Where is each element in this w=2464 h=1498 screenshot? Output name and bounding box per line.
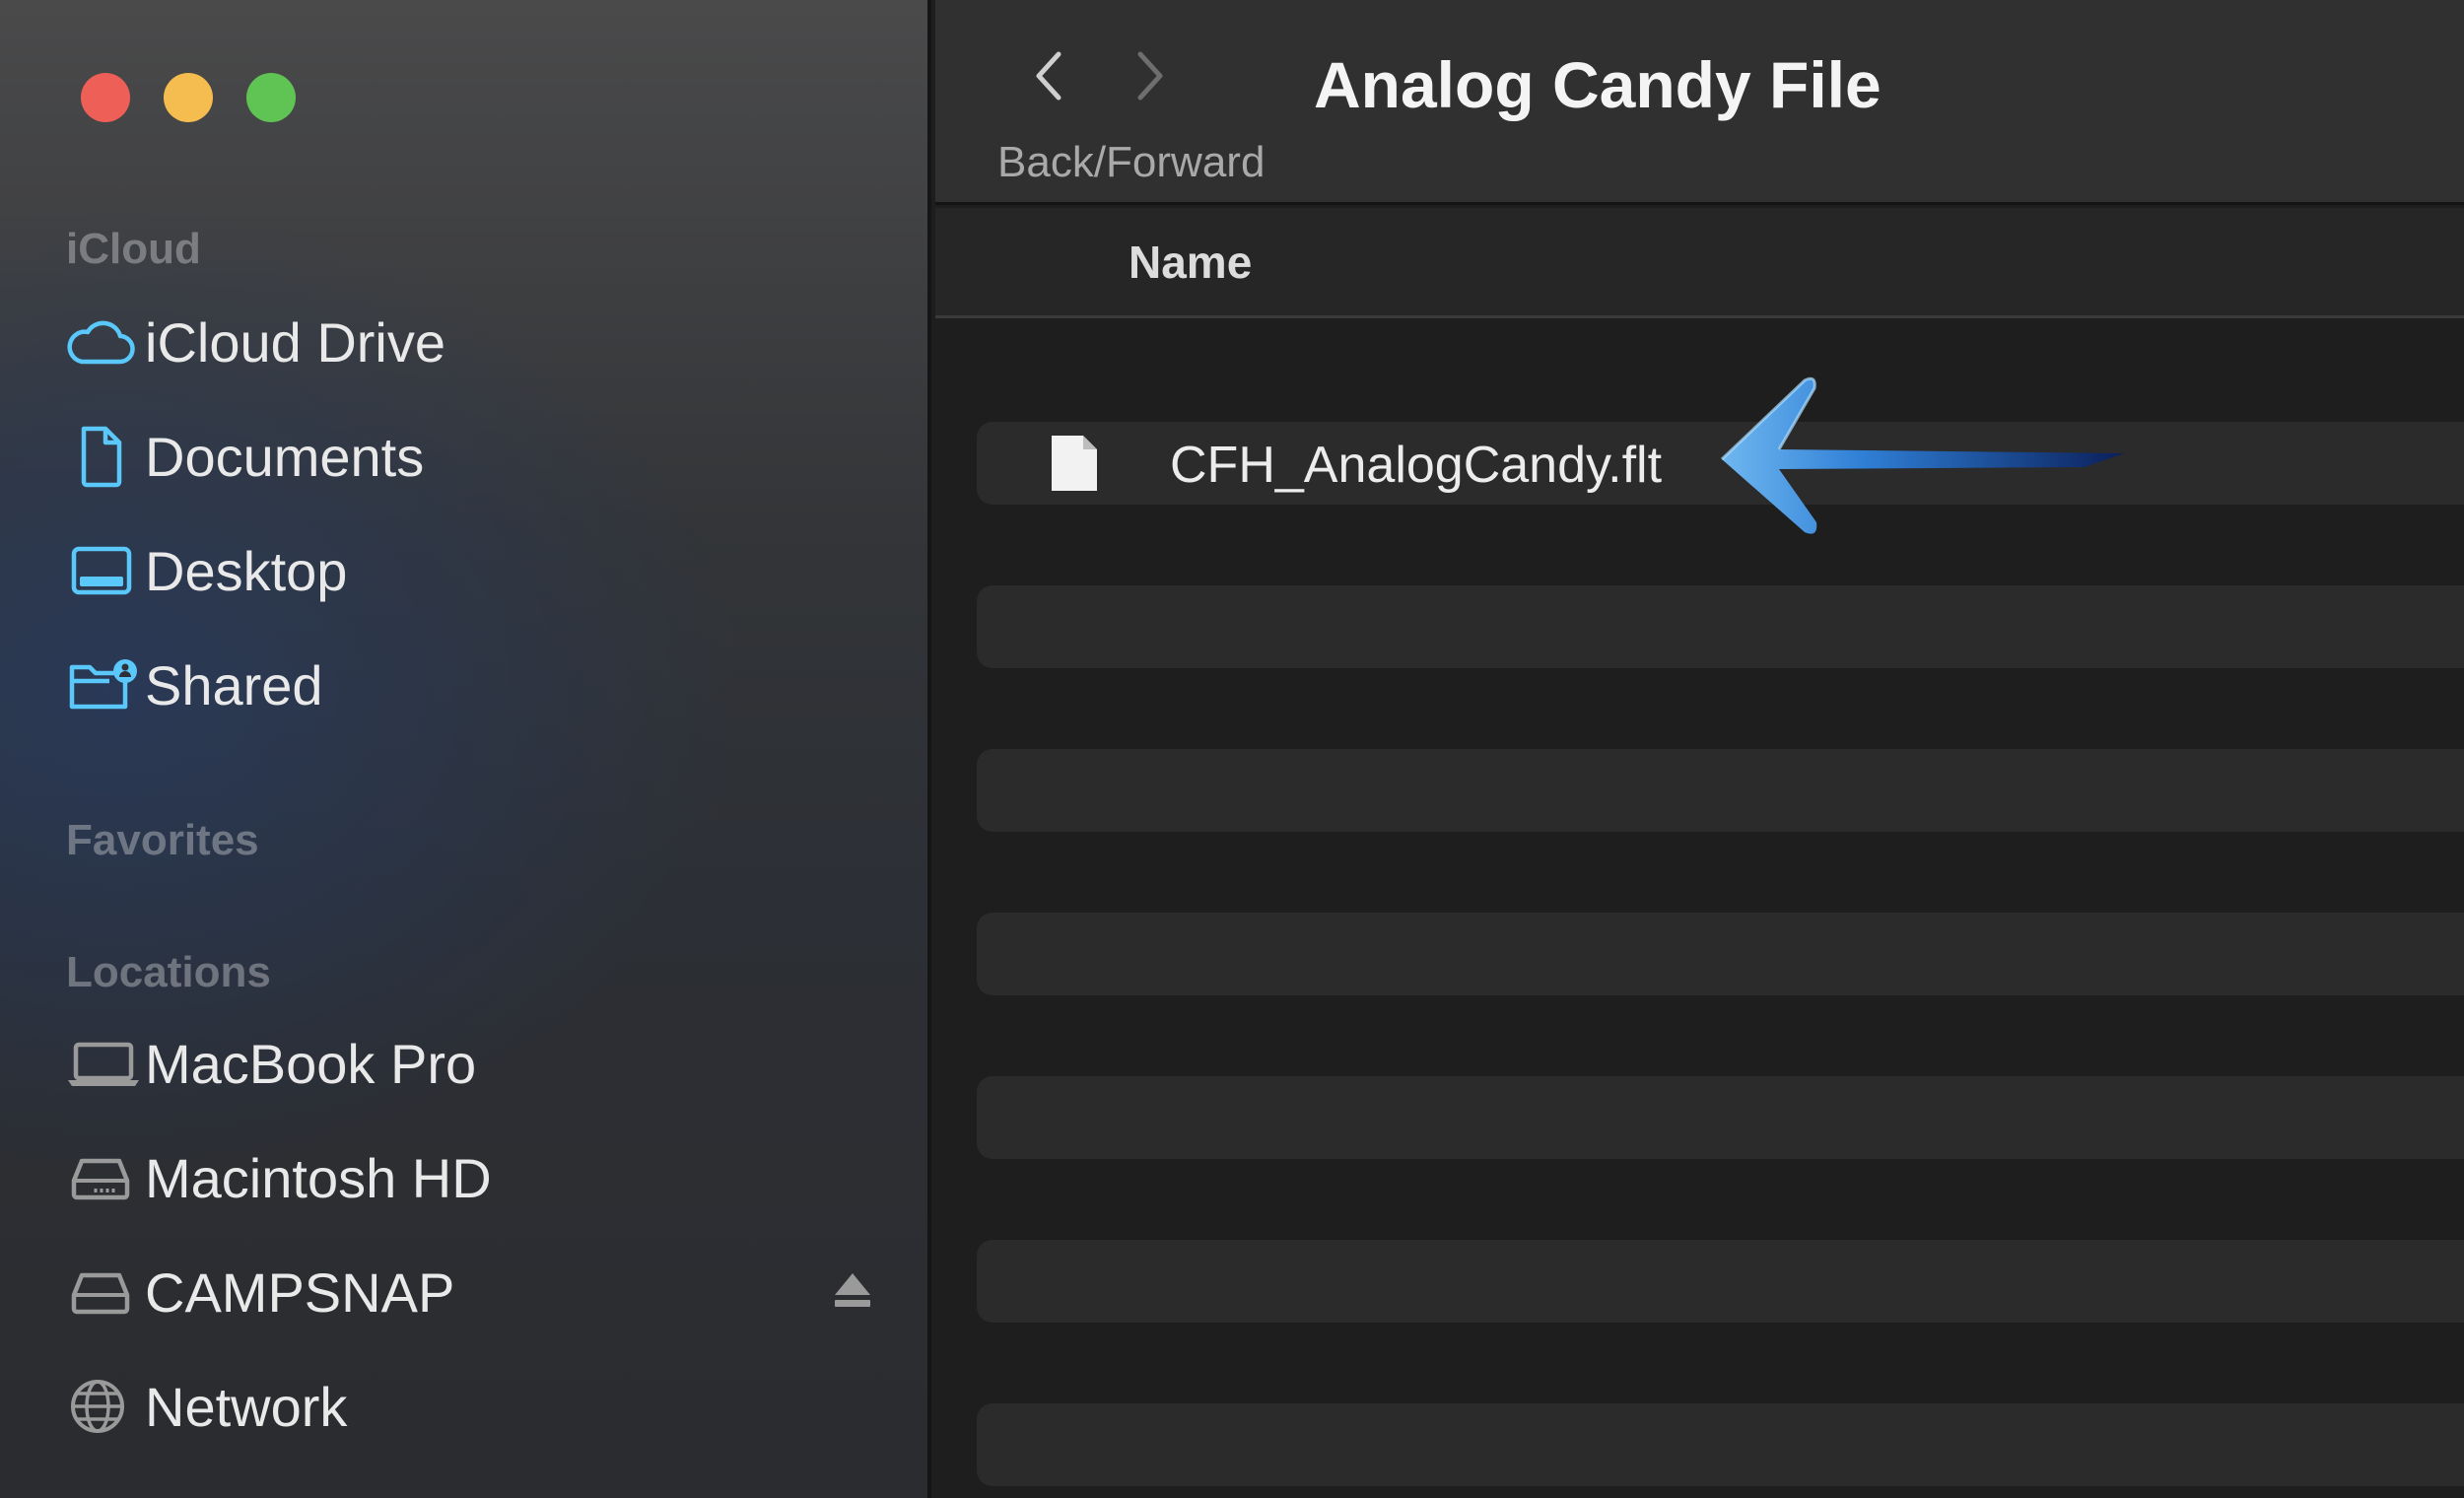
globe-icon: [66, 1372, 145, 1441]
sidebar-item-label: Documents: [145, 425, 425, 488]
sidebar-item-label: MacBook Pro: [145, 1032, 477, 1095]
annotation-arrow-icon: [1710, 374, 2144, 547]
file-list: CFH_AnalogCandy.flt: [935, 321, 2464, 1498]
sidebar: iCloud iCloud Drive Documents Desktop Sh…: [0, 0, 931, 1498]
sidebar-item-label: Macintosh HD: [145, 1146, 492, 1209]
sidebar-section-locations: Locations: [66, 948, 271, 996]
document-icon: [66, 422, 145, 491]
empty-row: [977, 1240, 2464, 1323]
minimize-button[interactable]: [164, 73, 213, 122]
sidebar-item-desktop[interactable]: Desktop: [66, 526, 874, 615]
column-header: Name: [935, 208, 2464, 318]
sidebar-item-macintosh-hd[interactable]: Macintosh HD: [66, 1133, 874, 1222]
hard-drive-icon: [66, 1143, 145, 1212]
desktop-icon: [66, 536, 145, 605]
shared-folder-icon: [66, 650, 145, 719]
close-button[interactable]: [81, 73, 130, 122]
chevron-left-icon: [1029, 46, 1068, 110]
cloud-icon: [66, 307, 145, 376]
sidebar-section-icloud: iCloud: [66, 225, 201, 273]
sidebar-item-icloud-drive[interactable]: iCloud Drive: [66, 298, 874, 386]
empty-row: [977, 585, 2464, 668]
file-name: CFH_AnalogCandy.flt: [1170, 437, 1663, 494]
external-drive-icon: [66, 1258, 145, 1327]
eject-icon[interactable]: [831, 1267, 874, 1316]
generic-file-icon: [1048, 432, 1101, 500]
back-button[interactable]: [1019, 43, 1078, 112]
sidebar-section-favorites: Favorites: [66, 816, 259, 864]
empty-row: [977, 749, 2464, 832]
sidebar-item-shared[interactable]: Shared: [66, 641, 874, 729]
sidebar-item-label: CAMPSNAP: [145, 1260, 455, 1324]
window-title: Analog Candy File: [1314, 48, 1882, 121]
toolbar: Back/Forward Analog Candy File: [935, 0, 2464, 205]
sidebar-item-label: Shared: [145, 653, 323, 716]
back-forward-label: Back/Forward: [997, 138, 1266, 186]
laptop-icon: [66, 1029, 145, 1098]
sidebar-item-macbook-pro[interactable]: MacBook Pro: [66, 1019, 874, 1108]
sidebar-item-label: Desktop: [145, 539, 348, 602]
sidebar-item-campsnap[interactable]: CAMPSNAP: [66, 1248, 874, 1336]
sidebar-item-network[interactable]: Network: [66, 1362, 874, 1451]
empty-row: [977, 913, 2464, 995]
chevron-right-icon: [1130, 46, 1170, 110]
empty-row: [977, 1403, 2464, 1486]
sidebar-item-label: iCloud Drive: [145, 310, 445, 374]
zoom-button[interactable]: [246, 73, 296, 122]
sidebar-item-label: Network: [145, 1375, 348, 1438]
forward-button[interactable]: [1121, 43, 1180, 112]
name-column-header[interactable]: Name: [1129, 236, 1252, 289]
sidebar-item-documents[interactable]: Documents: [66, 412, 874, 501]
window-controls: [81, 73, 296, 122]
empty-row: [977, 1076, 2464, 1159]
